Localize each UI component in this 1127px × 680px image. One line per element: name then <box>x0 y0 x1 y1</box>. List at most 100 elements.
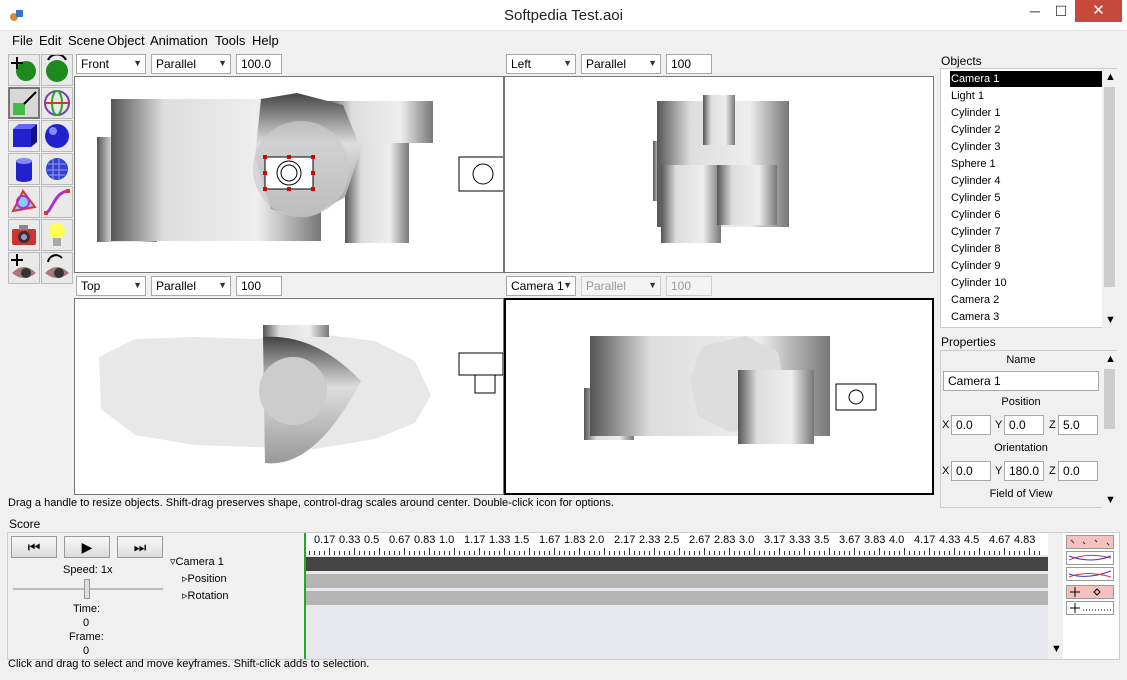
position-z-field[interactable]: 5.0 <box>1058 415 1098 435</box>
create-polymesh-tool[interactable] <box>41 153 73 185</box>
close-button[interactable]: ✕ <box>1075 0 1122 22</box>
curve-mode-button[interactable] <box>1066 551 1114 565</box>
skip-end-button[interactable]: ⏭ <box>117 536 163 558</box>
timeline-area[interactable]: 0.17 0.33 0.5 0.67 0.83 1.0 1.17 1.33 1.5 1.67 1.8… <box>304 533 1048 659</box>
create-curve-tool[interactable] <box>41 186 73 218</box>
minimize-button[interactable]: ─ <box>1022 0 1048 22</box>
scroll-thumb[interactable] <box>1104 87 1115 287</box>
track-position[interactable]: ▹Position <box>182 572 227 585</box>
timeline-tick-mark <box>724 551 725 555</box>
timeline-ruler[interactable]: 0.17 0.33 0.5 0.67 0.83 1.0 1.17 1.33 1.5 1.67 1.8… <box>304 533 1048 555</box>
create-sphere-tool[interactable] <box>41 120 73 152</box>
create-light-tool[interactable] <box>41 219 73 251</box>
objects-list[interactable]: Camera 1 Light 1 Cylinder 1 Cylinder 2 C… <box>940 68 1117 328</box>
view-select-left[interactable]: Left ▼ <box>506 54 576 74</box>
object-item[interactable]: Cylinder 7 <box>950 224 1102 240</box>
track-bar-rotation[interactable] <box>304 591 1048 605</box>
track-bar-camera[interactable] <box>304 557 1048 571</box>
object-item[interactable]: Sphere 1 <box>950 156 1102 172</box>
rotate-view-tool[interactable] <box>41 252 73 284</box>
timeline-tick-mark <box>614 551 615 555</box>
time-marker[interactable] <box>304 533 306 659</box>
object-item[interactable]: Camera 2 <box>950 292 1102 308</box>
menu-object[interactable]: Object <box>107 33 145 48</box>
menu-edit[interactable]: Edit <box>39 33 61 48</box>
object-item[interactable]: Cylinder 9 <box>950 258 1102 274</box>
rewind-button[interactable]: ⏮ <box>11 536 57 558</box>
projection-select-front[interactable]: Parallel ▼ <box>151 54 231 74</box>
scale-keys-button[interactable] <box>1066 601 1114 615</box>
speed-slider-handle[interactable] <box>84 579 90 599</box>
scroll-down-icon[interactable]: ▼ <box>1105 314 1116 326</box>
objects-scrollbar[interactable]: ▲ ▼ <box>1102 69 1117 328</box>
object-item[interactable]: Camera 3 <box>950 309 1102 325</box>
track-camera[interactable]: ▿Camera 1 <box>170 555 224 568</box>
timeline-tick-mark <box>814 551 815 555</box>
track-rotation[interactable]: ▹Rotation <box>182 589 229 602</box>
transform-tool[interactable] <box>41 87 73 119</box>
maximize-button[interactable]: ☐ <box>1048 0 1074 22</box>
scroll-thumb[interactable] <box>1104 369 1115 429</box>
name-field[interactable]: Camera 1 <box>943 371 1099 391</box>
timeline-tick-mark <box>524 551 525 555</box>
position-x-field[interactable]: 0.0 <box>951 415 991 435</box>
projection-select-top[interactable]: Parallel ▼ <box>151 276 231 296</box>
single-curve-mode-button[interactable] <box>1066 567 1114 581</box>
position-y-field[interactable]: 0.0 <box>1004 415 1044 435</box>
track-bar-position[interactable] <box>304 574 1048 588</box>
orientation-y-field[interactable]: 180.0 <box>1004 461 1044 481</box>
viewport-front[interactable] <box>74 76 504 273</box>
menu-file[interactable]: File <box>12 33 33 48</box>
viewport-top[interactable] <box>74 298 504 495</box>
scale-field-front[interactable]: 100.0 <box>236 54 282 74</box>
scroll-up-icon[interactable]: ▲ <box>1105 353 1116 365</box>
orientation-z-field[interactable]: 0.0 <box>1058 461 1098 481</box>
scale-field-left[interactable]: 100 <box>666 54 712 74</box>
rotate-tool[interactable] <box>41 53 73 86</box>
move-view-tool[interactable] <box>8 252 40 284</box>
object-item[interactable]: Light 1 <box>950 88 1102 104</box>
view-select-camera[interactable]: Camera 1 ▼ <box>506 276 576 296</box>
name-label: Name <box>1006 354 1036 366</box>
view-select-top[interactable]: Top ▼ <box>76 276 146 296</box>
menu-animation[interactable]: Animation <box>150 33 208 48</box>
object-item[interactable]: Cylinder 2 <box>950 122 1102 138</box>
object-item[interactable]: Cylinder 6 <box>950 207 1102 223</box>
object-item[interactable]: Cylinder 4 <box>950 173 1102 189</box>
timeline-scrollbar[interactable]: ▼ <box>1048 533 1063 659</box>
scroll-down-icon[interactable]: ▼ <box>1105 494 1116 506</box>
projection-select-left[interactable]: Parallel ▼ <box>581 54 661 74</box>
move-tool[interactable] <box>8 54 40 86</box>
timeline-tick-mark <box>984 551 985 555</box>
scroll-down-icon[interactable]: ▼ <box>1051 643 1062 655</box>
scale-field-top[interactable]: 100 <box>236 276 282 296</box>
timeline-tick-label: 4.17 <box>914 534 936 546</box>
play-button[interactable]: ▶ <box>64 536 110 558</box>
create-cube-tool[interactable] <box>8 120 40 152</box>
create-cylinder-tool[interactable] <box>8 153 40 185</box>
timeline-tick-mark <box>619 551 620 555</box>
menu-tools[interactable]: Tools <box>215 33 245 48</box>
viewport-camera[interactable] <box>504 298 934 495</box>
orientation-x-field[interactable]: 0.0 <box>951 461 991 481</box>
object-item[interactable]: Cylinder 10 <box>950 275 1102 291</box>
properties-scrollbar[interactable]: ▲ ▼ <box>1102 351 1117 508</box>
scale-tool[interactable] <box>8 87 40 119</box>
keyframe-mode-button[interactable] <box>1066 535 1114 549</box>
object-item[interactable]: Cylinder 5 <box>950 190 1102 206</box>
menu-help[interactable]: Help <box>252 33 279 48</box>
timeline-tick-mark <box>319 551 320 555</box>
object-item[interactable]: Cylinder 8 <box>950 241 1102 257</box>
view-select-front[interactable]: Front ▼ <box>76 54 146 74</box>
timeline-tick-mark <box>649 551 650 555</box>
create-camera-tool[interactable] <box>8 219 40 251</box>
scroll-up-icon[interactable]: ▲ <box>1105 71 1116 83</box>
timeline-tick-mark <box>909 551 910 555</box>
move-keys-button[interactable] <box>1066 585 1114 599</box>
menu-scene[interactable]: Scene <box>68 33 105 48</box>
object-item[interactable]: Cylinder 3 <box>950 139 1102 155</box>
create-spline-tool[interactable] <box>8 186 40 218</box>
object-item[interactable]: Cylinder 1 <box>950 105 1102 121</box>
object-item[interactable]: Camera 1 <box>950 71 1102 87</box>
viewport-left[interactable] <box>504 76 934 273</box>
